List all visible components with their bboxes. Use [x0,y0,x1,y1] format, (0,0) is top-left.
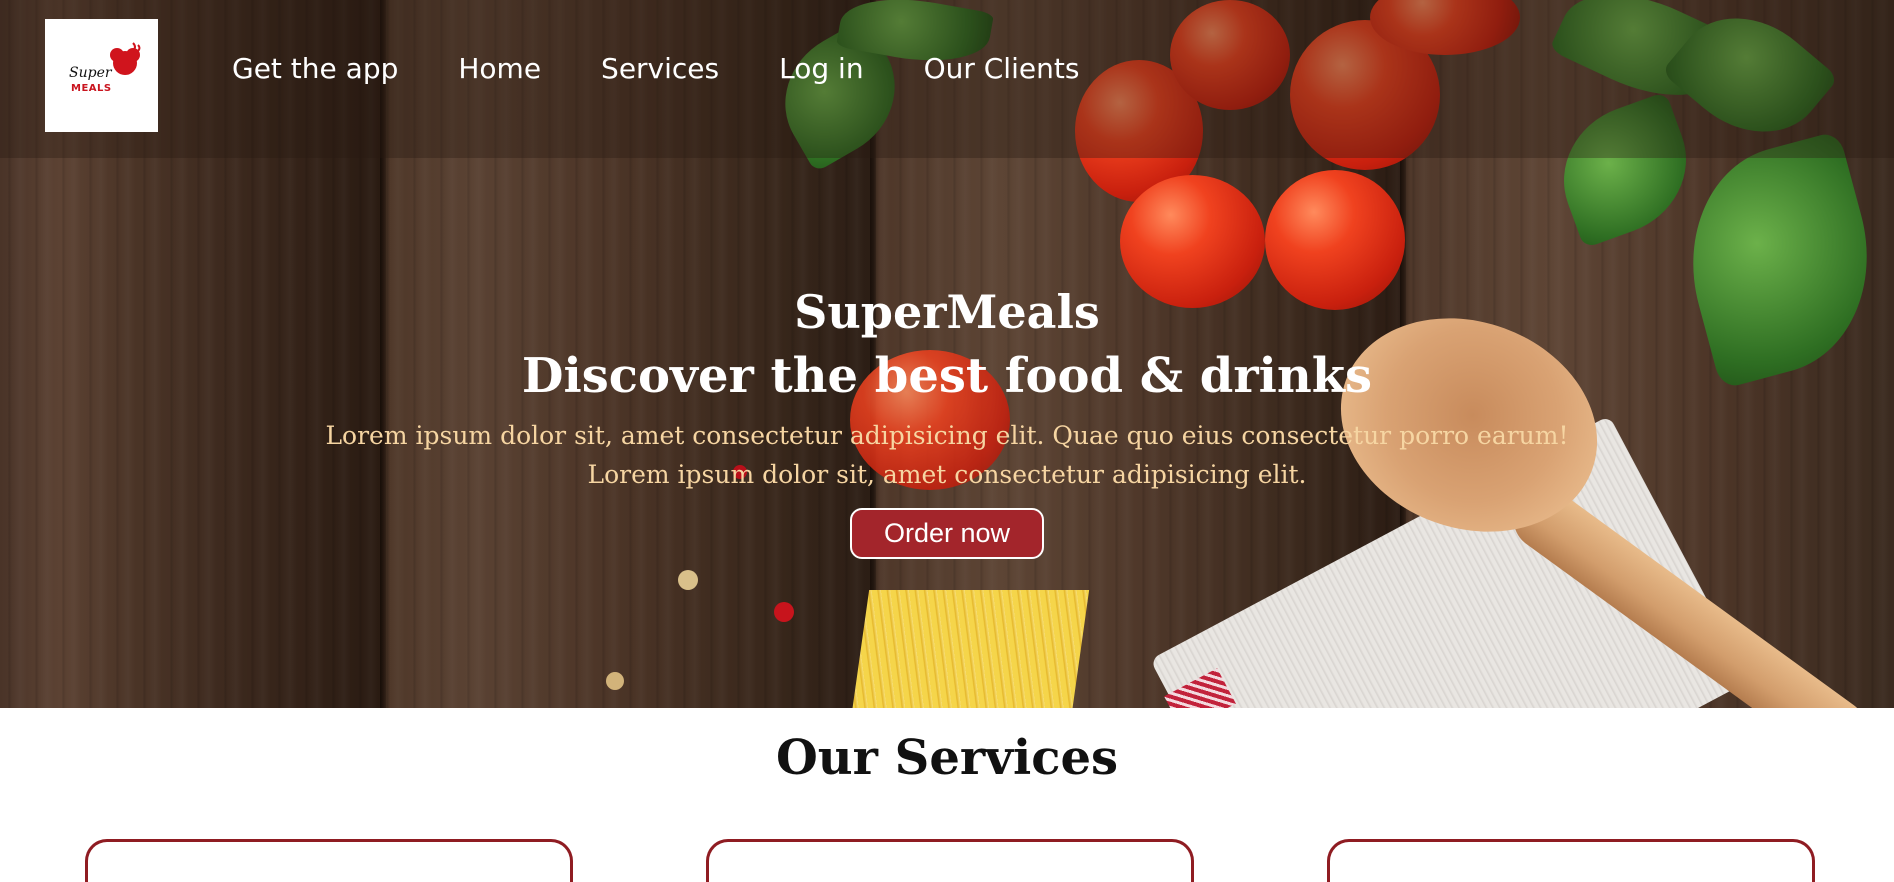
hero-description-line: Lorem ipsum dolor sit, amet consectetur … [587,460,1307,489]
nav-get-the-app[interactable]: Get the app [232,52,398,85]
brand-title: SuperMeals [794,285,1100,339]
nav-log-in[interactable]: Log in [779,52,863,85]
logo-text-bottom: MEALS [71,83,112,94]
nav-our-clients[interactable]: Our Clients [924,52,1080,85]
peppercorn-image [678,570,698,590]
logo-text-top: Super [69,65,112,81]
hero-description-line: Lorem ipsum dolor sit, amet consectetur … [325,421,1569,450]
service-card [85,839,573,882]
peppercorn-image [774,602,794,622]
hero-tagline: Discover the best food & drinks [521,348,1373,404]
pasta-image [850,590,1090,708]
nav-home[interactable]: Home [458,52,541,85]
main-nav: Get the app Home Services Log in Our Cli… [232,52,1079,85]
order-now-button[interactable]: Order now [849,508,1045,559]
services-title: Our Services [775,730,1119,786]
hero-content: SuperMeals Discover the best food & drin… [0,282,1894,559]
service-card [706,839,1194,882]
hero-description: Lorem ipsum dolor sit, amet consectetur … [0,416,1894,494]
nav-services[interactable]: Services [601,52,719,85]
service-card [1327,839,1815,882]
peppercorn-image [606,672,624,690]
logo[interactable]: Super MEALS [45,19,158,132]
